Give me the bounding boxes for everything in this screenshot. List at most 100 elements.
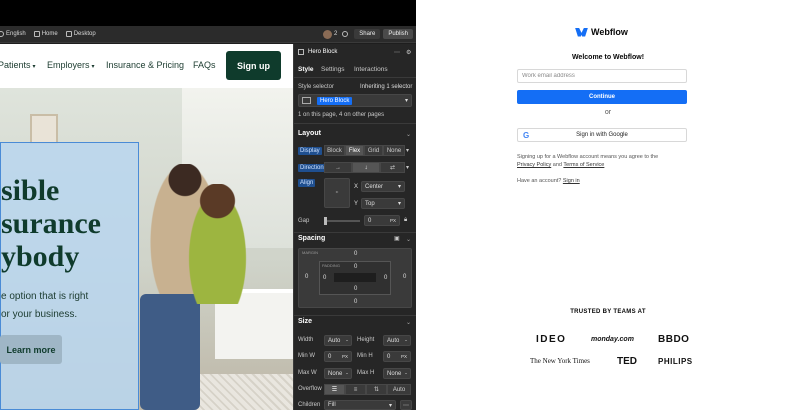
min-height-value: 0 [387, 353, 391, 360]
max-width-input[interactable]: None - [324, 368, 352, 379]
overflow-scroll-icon: ⇅ [373, 387, 380, 393]
more-icon[interactable]: ⋯ [394, 49, 400, 56]
selector-field[interactable]: Hero Block ▾ [298, 94, 412, 107]
chevron-down-icon[interactable]: ▾ [406, 147, 409, 154]
padding-right[interactable]: 0 [384, 275, 387, 281]
page-home[interactable]: Home [33, 31, 58, 37]
webflow-wordmark: Webflow [591, 27, 628, 37]
overflow-visible[interactable]: ☰ [324, 384, 345, 395]
direction-reverse[interactable]: ⇄ [380, 162, 405, 173]
hero-heading-line-3: ybody [1, 240, 80, 273]
padding-box[interactable]: PADDING 0 0 0 0 [319, 261, 391, 295]
trusted-by-heading: TRUSTED BY TEAMS AT [570, 309, 646, 315]
settings-icon[interactable]: ⚙ [406, 49, 411, 56]
direction-row[interactable]: → [324, 162, 352, 173]
align-grid-control[interactable]: ⁺ [324, 178, 350, 208]
nav-faqs[interactable]: FAQs [193, 60, 216, 70]
sign-in-link[interactable]: Sign in [563, 178, 580, 184]
max-height-input[interactable]: None - [383, 368, 411, 379]
padding-bottom[interactable]: 0 [354, 286, 357, 292]
email-field[interactable] [517, 69, 687, 83]
display-label: Display [298, 147, 322, 155]
hero-subtext-line-1: e option that is right [1, 291, 89, 302]
chevron-down-icon[interactable]: ⌄ [406, 319, 411, 326]
chevron-down-icon: ▾ [32, 64, 36, 70]
continue-button[interactable]: Continue [517, 90, 687, 104]
min-height-label: Min H [357, 353, 373, 359]
privacy-policy-link[interactable]: Privacy Policy [517, 162, 551, 168]
height-input[interactable]: Auto - [383, 335, 411, 346]
size-section-title[interactable]: Size [298, 318, 312, 325]
margin-top[interactable]: 0 [354, 251, 357, 257]
chevron-down-icon[interactable]: ▾ [406, 164, 409, 171]
photo-wall-frame [30, 114, 58, 144]
direction-column[interactable]: ↓ [352, 162, 380, 173]
align-x-select[interactable]: Center ▾ [361, 181, 405, 192]
style-selector-label: Style selector [298, 84, 335, 90]
gap-label: Gap [298, 218, 310, 224]
children-more-button[interactable]: ⋯ [400, 400, 412, 410]
display-grid[interactable]: Grid [364, 145, 383, 156]
learn-more-button[interactable]: Learn more [0, 335, 62, 364]
min-width-input[interactable]: 0 PX [324, 351, 352, 362]
nav-patients[interactable]: Patients ▾ [0, 60, 36, 70]
have-account-label: Have an account? [517, 178, 562, 184]
gap-input[interactable]: 0 PX [364, 215, 400, 226]
spacing-section-title[interactable]: Spacing [298, 235, 325, 242]
display-none[interactable]: None [383, 145, 405, 156]
children-select[interactable]: Fill ▾ [324, 400, 396, 410]
google-signin-button[interactable]: G Sign in with Google [517, 128, 687, 142]
nav-employers[interactable]: Employers ▾ [47, 60, 95, 70]
overflow-visible-icon: ☰ [331, 387, 338, 393]
hero-heading-line-1: sible [1, 174, 60, 207]
breakpoint-desktop[interactable]: Desktop [65, 31, 96, 37]
share-button[interactable]: Share [354, 29, 381, 39]
display-flex[interactable]: Flex [345, 145, 364, 156]
display-block[interactable]: Block [324, 145, 345, 156]
align-y-select[interactable]: Top ▾ [361, 198, 405, 209]
padding-label: PADDING [322, 263, 340, 268]
lock-icon[interactable]: 🔒︎ [404, 217, 407, 224]
margin-bottom[interactable]: 0 [354, 299, 357, 305]
comments-button[interactable] [342, 31, 349, 37]
signup-button[interactable]: Sign up [226, 51, 281, 80]
selector-chip[interactable]: Hero Block [317, 96, 353, 105]
chevron-down-icon[interactable]: ⌄ [406, 236, 411, 243]
hero-block[interactable]: sible surance ybody e option that is rig… [0, 142, 139, 410]
min-width-value: 0 [328, 353, 332, 360]
margin-box[interactable]: MARGIN 0 0 0 0 PADDING 0 0 0 0 [298, 248, 412, 308]
tab-style[interactable]: Style [298, 66, 314, 73]
design-canvas[interactable]: Patients ▾ Employers ▾ Insurance & Pricing… [0, 44, 293, 410]
terms-of-service-link[interactable]: Terms of Service [563, 162, 604, 168]
overflow-hidden[interactable]: ≡ [345, 384, 366, 395]
gap-slider-handle[interactable] [324, 217, 327, 225]
padding-top[interactable]: 0 [354, 264, 357, 270]
nav-insurance[interactable]: Insurance & Pricing [106, 60, 184, 70]
margin-right[interactable]: 0 [403, 274, 406, 280]
layout-section-title[interactable]: Layout [298, 130, 321, 137]
have-account-text: Have an account? Sign in [517, 178, 580, 184]
site-navbar: Patients ▾ Employers ▾ Insurance & Pricing… [0, 44, 293, 88]
tab-interactions[interactable]: Interactions [354, 66, 388, 73]
min-height-input[interactable]: 0 PX [383, 351, 411, 362]
padding-left[interactable]: 0 [323, 275, 326, 281]
gap-slider[interactable] [324, 220, 360, 222]
width-input[interactable]: Auto - [324, 335, 352, 346]
element-icon [298, 49, 304, 55]
google-icon: G [523, 131, 530, 140]
overflow-scroll[interactable]: ⇅ [366, 384, 387, 395]
tab-settings[interactable]: Settings [321, 66, 345, 73]
page-home-label: Home [41, 31, 58, 37]
max-width-value: None [328, 370, 343, 377]
language-switcher[interactable]: English [0, 31, 26, 37]
inheriting-label: Inheriting 1 selector [360, 84, 413, 90]
chevron-down-icon[interactable]: ⌄ [406, 131, 411, 138]
overflow-auto[interactable]: Auto [387, 384, 411, 395]
collaborators[interactable]: 2 [322, 29, 337, 39]
publish-button[interactable]: Publish [383, 29, 413, 39]
webflow-logo: Webflow [575, 27, 628, 37]
google-signin-label: Sign in with Google [576, 132, 628, 138]
spacing-preset-icon[interactable]: ▣ [394, 235, 400, 242]
width-unit: - [346, 337, 348, 344]
margin-left[interactable]: 0 [305, 274, 308, 280]
